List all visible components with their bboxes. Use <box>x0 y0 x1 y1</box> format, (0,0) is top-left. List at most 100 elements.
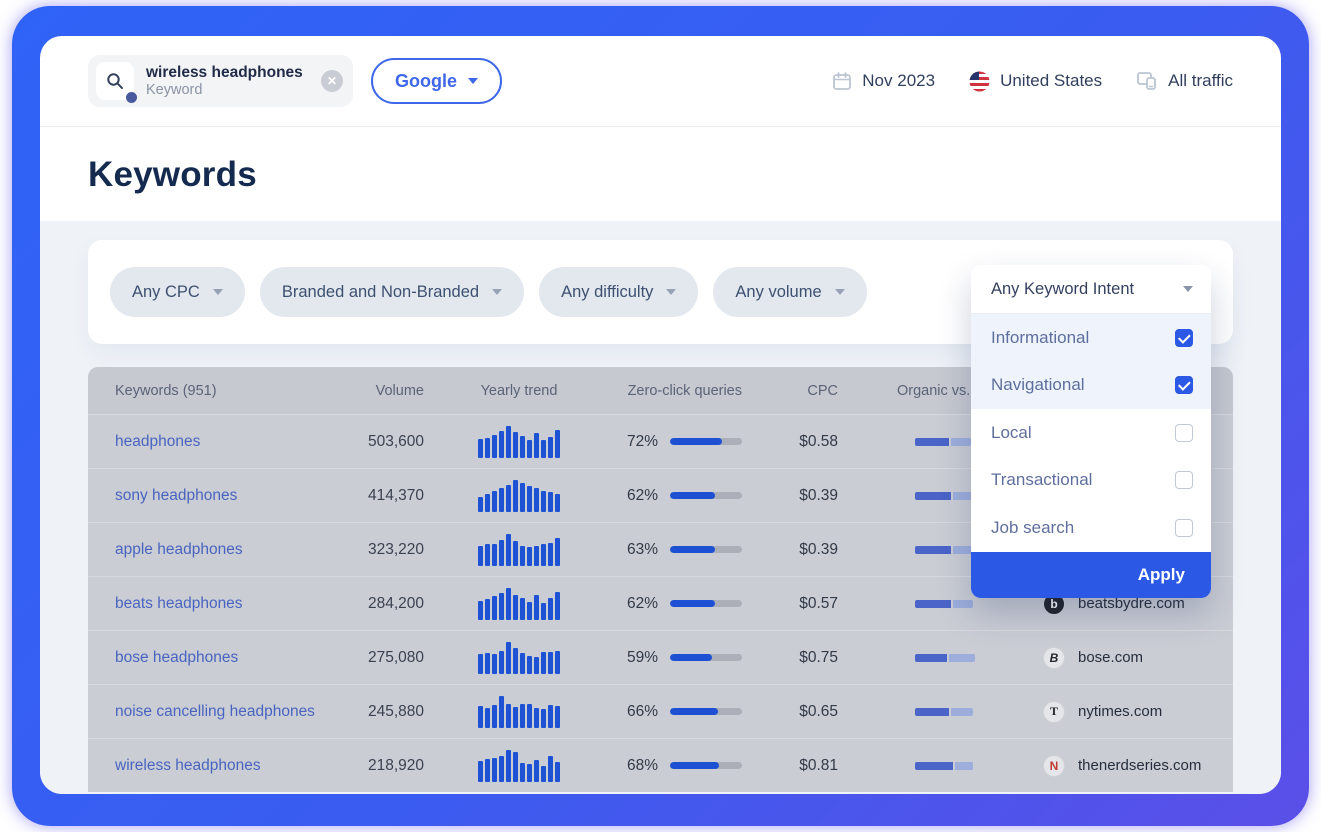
domain-label: thenerdseries.com <box>1078 757 1201 774</box>
zero-click-bar <box>670 708 742 715</box>
volume-value: 245,880 <box>338 703 424 721</box>
zero-click-value: 59% <box>614 649 658 667</box>
organic-vs-bar <box>838 708 1033 716</box>
checkbox-checked-icon[interactable] <box>1175 376 1193 394</box>
zero-click-value: 68% <box>614 757 658 775</box>
keyword-link[interactable]: headphones <box>115 433 200 450</box>
zero-click-bar <box>670 600 742 607</box>
zero-click-bar <box>670 654 742 661</box>
keyword-search-input[interactable]: wireless headphones Keyword ✕ <box>88 55 353 107</box>
cpc-value: $0.58 <box>754 433 838 451</box>
col-volume: Volume <box>338 383 424 399</box>
zero-click-bar <box>670 492 742 499</box>
chevron-down-icon <box>492 289 502 295</box>
keyword-link[interactable]: beats headphones <box>115 595 243 612</box>
calendar-icon <box>832 71 852 91</box>
clear-search-icon[interactable]: ✕ <box>321 70 343 92</box>
chevron-down-icon <box>835 289 845 295</box>
yearly-trend-chart <box>478 642 560 674</box>
filter-keyword-intent[interactable]: Any Keyword Intent <box>971 265 1211 314</box>
cpc-value: $0.81 <box>754 757 838 775</box>
keyword-intent-dropdown: Any Keyword Intent Informational Navigati… <box>971 265 1211 598</box>
keyword-type-dot <box>126 92 137 103</box>
zero-click-value: 66% <box>614 703 658 721</box>
apply-button[interactable]: Apply <box>971 552 1211 598</box>
organic-vs-bar <box>838 654 1033 662</box>
volume-value: 284,200 <box>338 595 424 613</box>
country-selector[interactable]: United States <box>969 71 1102 92</box>
cpc-value: $0.57 <box>754 595 838 613</box>
devices-icon <box>1136 71 1158 91</box>
cpc-value: $0.39 <box>754 541 838 559</box>
table-row[interactable]: noise cancelling headphones 245,880 66% … <box>88 684 1233 738</box>
nytimes-logo: T <box>1043 701 1065 723</box>
chevron-down-icon <box>666 289 676 295</box>
nerdseries-logo: N <box>1043 755 1065 777</box>
yearly-trend-chart <box>478 588 560 620</box>
country-label: United States <box>1000 71 1102 91</box>
traffic-selector[interactable]: All traffic <box>1136 71 1233 91</box>
col-yearly-trend: Yearly trend <box>424 383 614 399</box>
filter-difficulty[interactable]: Any difficulty <box>539 267 698 317</box>
search-engine-dropdown[interactable]: Google <box>371 58 502 104</box>
checkbox-icon[interactable] <box>1175 424 1193 442</box>
table-row[interactable]: wireless headphones 218,920 68% $0.81 N … <box>88 738 1233 792</box>
domain-label: nytimes.com <box>1078 703 1162 720</box>
intent-option-label: Local <box>991 423 1032 443</box>
chevron-down-icon <box>468 78 478 84</box>
search-query: wireless headphones <box>146 64 303 82</box>
zero-click-value: 62% <box>614 487 658 505</box>
yearly-trend-chart <box>478 426 560 458</box>
intent-option[interactable]: Informational <box>971 314 1211 362</box>
search-type-label: Keyword <box>146 82 303 99</box>
intent-option[interactable]: Transactional <box>971 457 1211 505</box>
intent-option-label: Informational <box>991 328 1089 348</box>
checkbox-icon[interactable] <box>1175 519 1193 537</box>
page-title: Keywords <box>88 155 257 195</box>
volume-value: 323,220 <box>338 541 424 559</box>
intent-options-list: Informational Navigational Local Transactio… <box>971 314 1211 552</box>
zero-click-bar <box>670 438 742 445</box>
cpc-value: $0.39 <box>754 487 838 505</box>
volume-value: 414,370 <box>338 487 424 505</box>
search-engine-label: Google <box>395 71 457 92</box>
topbar-meta: Nov 2023 <box>832 71 1233 92</box>
zero-click-bar <box>670 546 742 553</box>
checkbox-checked-icon[interactable] <box>1175 329 1193 347</box>
chevron-down-icon <box>1183 286 1193 292</box>
keyword-link[interactable]: apple headphones <box>115 541 243 558</box>
keyword-intent-label: Any Keyword Intent <box>991 280 1134 299</box>
cpc-value: $0.75 <box>754 649 838 667</box>
intent-option[interactable]: Navigational <box>971 362 1211 410</box>
yearly-trend-chart <box>478 750 560 782</box>
col-cpc: CPC <box>754 383 838 399</box>
yearly-trend-chart <box>478 696 560 728</box>
domain-label: beatsbydre.com <box>1078 595 1185 612</box>
filter-cpc[interactable]: Any CPC <box>110 267 245 317</box>
volume-value: 503,600 <box>338 433 424 451</box>
domain-label: bose.com <box>1078 649 1143 666</box>
keyword-link[interactable]: sony headphones <box>115 487 237 504</box>
zero-click-bar <box>670 762 742 769</box>
filter-branded[interactable]: Branded and Non-Branded <box>260 267 524 317</box>
cpc-value: $0.65 <box>754 703 838 721</box>
col-zero-click: Zero-click queries <box>614 383 754 399</box>
intent-option[interactable]: Job search <box>971 504 1211 552</box>
organic-vs-bar <box>838 762 1033 770</box>
volume-value: 218,920 <box>338 757 424 775</box>
keyword-link[interactable]: bose headphones <box>115 649 238 666</box>
filter-volume[interactable]: Any volume <box>713 267 866 317</box>
intent-option[interactable]: Local <box>971 409 1211 457</box>
search-icon <box>96 62 134 100</box>
date-label: Nov 2023 <box>862 71 935 91</box>
table-row[interactable]: bose headphones 275,080 59% $0.75 B bose… <box>88 630 1233 684</box>
keyword-link[interactable]: noise cancelling headphones <box>115 703 315 720</box>
zero-click-value: 62% <box>614 595 658 613</box>
keyword-link[interactable]: wireless headphones <box>115 757 261 774</box>
col-keywords: Keywords (951) <box>88 383 338 399</box>
checkbox-icon[interactable] <box>1175 471 1193 489</box>
volume-value: 275,080 <box>338 649 424 667</box>
zero-click-value: 63% <box>614 541 658 559</box>
chevron-down-icon <box>213 289 223 295</box>
date-selector[interactable]: Nov 2023 <box>832 71 935 91</box>
